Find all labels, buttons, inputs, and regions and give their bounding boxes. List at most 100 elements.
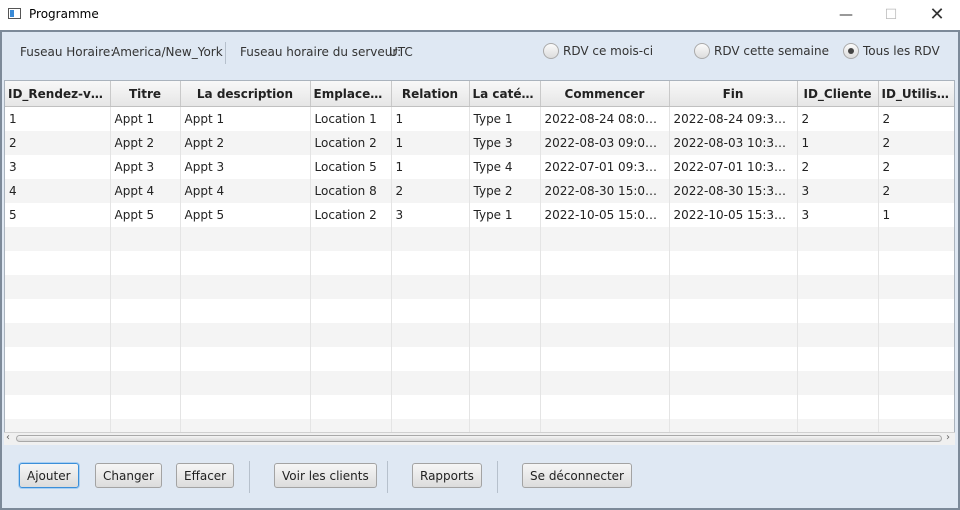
table-cell[interactable]: [391, 371, 470, 395]
table-cell[interactable]: [110, 323, 181, 347]
table-cell[interactable]: [310, 275, 392, 299]
table-cell[interactable]: [878, 275, 954, 299]
table-cell[interactable]: [797, 395, 879, 419]
table-cell[interactable]: Type 4: [469, 155, 541, 179]
table-cell[interactable]: [180, 371, 311, 395]
table-cell[interactable]: 3: [5, 155, 111, 179]
table-cell[interactable]: [310, 251, 392, 275]
scroll-left-icon[interactable]: ‹: [6, 432, 10, 443]
table-cell[interactable]: [469, 275, 541, 299]
table-cell[interactable]: [391, 275, 470, 299]
empty-table-row[interactable]: [5, 395, 954, 419]
table-cell[interactable]: [391, 323, 470, 347]
table-cell[interactable]: [310, 371, 392, 395]
table-cell[interactable]: [5, 275, 111, 299]
delete-button[interactable]: Effacer: [176, 463, 235, 488]
table-cell[interactable]: Location 1: [310, 106, 392, 131]
empty-table-row[interactable]: [5, 323, 954, 347]
table-cell[interactable]: [540, 251, 670, 275]
table-cell[interactable]: 1: [391, 131, 470, 155]
table-cell[interactable]: [797, 227, 879, 251]
table-cell[interactable]: Type 1: [469, 106, 541, 131]
appointments-table[interactable]: ID_Rendez-vous Titre La description Emplace…: [4, 80, 955, 444]
table-cell[interactable]: [797, 371, 879, 395]
table-cell[interactable]: Location 2: [310, 203, 392, 227]
column-header[interactable]: Emplacement: [310, 81, 392, 107]
table-cell[interactable]: [110, 227, 181, 251]
column-header[interactable]: ID_Utilisat…: [878, 81, 954, 107]
table-cell[interactable]: Type 1: [469, 203, 541, 227]
table-cell[interactable]: [180, 227, 311, 251]
close-icon[interactable]: ✕: [914, 0, 960, 30]
table-cell[interactable]: [469, 347, 541, 371]
horizontal-scrollbar[interactable]: ‹ ›: [4, 432, 955, 445]
table-cell[interactable]: Appt 3: [110, 155, 181, 179]
table-cell[interactable]: [110, 275, 181, 299]
table-cell[interactable]: [469, 395, 541, 419]
table-cell[interactable]: [878, 251, 954, 275]
table-cell[interactable]: [797, 251, 879, 275]
table-cell[interactable]: Appt 5: [180, 203, 311, 227]
table-cell[interactable]: [110, 371, 181, 395]
scroll-right-icon[interactable]: ›: [946, 432, 950, 443]
maximize-icon[interactable]: ☐: [868, 0, 914, 30]
table-cell[interactable]: 3: [797, 179, 879, 203]
table-row[interactable]: 2 Appt 2 Appt 2 Location 2 1 Type 3 2022-08-03…: [5, 131, 954, 155]
empty-table-row[interactable]: [5, 251, 954, 275]
table-cell[interactable]: 2: [878, 131, 954, 155]
radio-all-circle[interactable]: [843, 43, 859, 59]
table-cell[interactable]: [110, 299, 181, 323]
column-header[interactable]: ID_Cliente: [797, 81, 879, 107]
change-button[interactable]: Changer: [95, 463, 162, 488]
table-row[interactable]: 1 Appt 1 Appt 1 Location 1 1 Type 1 2022-08-24…: [5, 106, 954, 131]
table-cell[interactable]: [669, 275, 798, 299]
table-cell[interactable]: Location 2: [310, 131, 392, 155]
table-cell[interactable]: [669, 347, 798, 371]
table-cell[interactable]: [310, 395, 392, 419]
empty-table-row[interactable]: [5, 371, 954, 395]
table-cell[interactable]: 2022-07-01 09:30 EDT: [540, 155, 670, 179]
table-cell[interactable]: [310, 323, 392, 347]
table-cell[interactable]: 4: [5, 179, 111, 203]
table-cell[interactable]: [180, 347, 311, 371]
table-cell[interactable]: [878, 371, 954, 395]
table-cell[interactable]: [878, 347, 954, 371]
table-cell[interactable]: Appt 2: [110, 131, 181, 155]
table-cell[interactable]: 2022-08-30 15:00 EDT: [540, 179, 670, 203]
table-cell[interactable]: [469, 299, 541, 323]
table-cell[interactable]: [878, 227, 954, 251]
table-cell[interactable]: 1: [797, 131, 879, 155]
table-cell[interactable]: 2022-10-05 15:00 EDT: [540, 203, 670, 227]
column-header[interactable]: Titre: [110, 81, 181, 107]
table-cell[interactable]: [5, 371, 111, 395]
table-cell[interactable]: 2022-08-03 10:30 EDT: [669, 131, 798, 155]
table-cell[interactable]: 2022-10-05 15:30 EDT: [669, 203, 798, 227]
table-cell[interactable]: [391, 347, 470, 371]
table-cell[interactable]: [797, 299, 879, 323]
table-cell[interactable]: 1: [391, 106, 470, 131]
table-cell[interactable]: Appt 5: [110, 203, 181, 227]
table-cell[interactable]: [540, 275, 670, 299]
table-cell[interactable]: 1: [5, 106, 111, 131]
table-cell[interactable]: [391, 227, 470, 251]
table-cell[interactable]: 2: [878, 179, 954, 203]
table-cell[interactable]: [540, 395, 670, 419]
table-cell[interactable]: 2022-08-30 15:30 EDT: [669, 179, 798, 203]
table-cell[interactable]: [180, 323, 311, 347]
table-cell[interactable]: Type 3: [469, 131, 541, 155]
table-cell[interactable]: [469, 371, 541, 395]
table-cell[interactable]: [5, 347, 111, 371]
table-cell[interactable]: [180, 395, 311, 419]
table-cell[interactable]: 2022-08-24 09:30 EDT: [669, 106, 798, 131]
column-header[interactable]: La description: [180, 81, 311, 107]
table-cell[interactable]: [797, 347, 879, 371]
table-cell[interactable]: [310, 347, 392, 371]
table-cell[interactable]: Appt 3: [180, 155, 311, 179]
table-cell[interactable]: [5, 251, 111, 275]
radio-month-label[interactable]: RDV ce mois-ci: [563, 44, 653, 58]
table-cell[interactable]: [669, 323, 798, 347]
table-cell[interactable]: 1: [878, 203, 954, 227]
table-cell[interactable]: [110, 251, 181, 275]
logout-button[interactable]: Se déconnecter: [522, 463, 632, 488]
table-cell[interactable]: Appt 2: [180, 131, 311, 155]
